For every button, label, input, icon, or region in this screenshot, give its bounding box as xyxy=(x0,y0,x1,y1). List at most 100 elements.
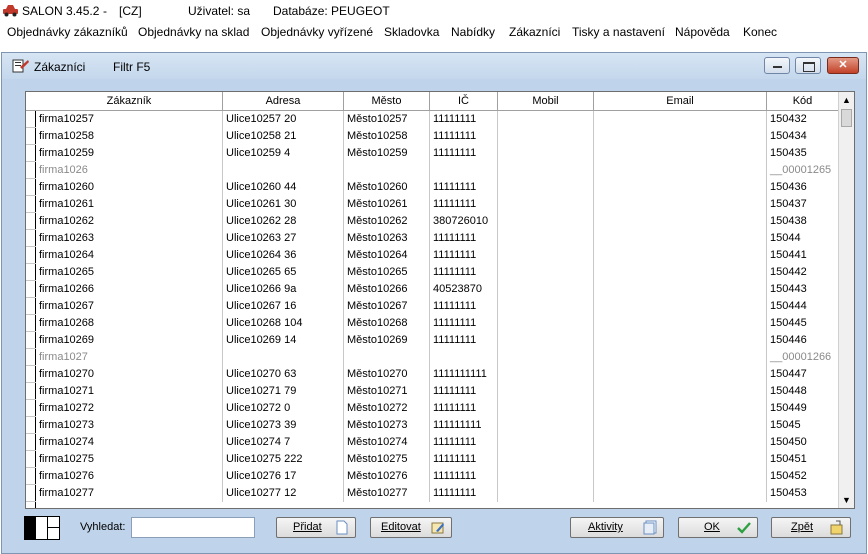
cell-zakaznik[interactable]: firma10264 xyxy=(36,247,223,264)
row-indicator[interactable] xyxy=(26,400,36,417)
col-header-mesto[interactable]: Město xyxy=(344,92,430,110)
scroll-down-icon[interactable]: ▼ xyxy=(839,492,854,508)
cell-kod[interactable]: 150436 xyxy=(767,179,838,196)
cell-kod[interactable]: 150445 xyxy=(767,315,838,332)
cell-kod[interactable]: 150449 xyxy=(767,400,838,417)
table-row[interactable]: firma10263 Ulice10263 27 Město10263 1111111… xyxy=(26,230,838,247)
cell-mesto[interactable]: Město10275 xyxy=(344,451,430,468)
cell-email[interactable] xyxy=(594,468,767,485)
menu-tisky-a-nastaveni[interactable]: Tisky a nastavení xyxy=(572,25,665,39)
cell-kod[interactable]: 150450 xyxy=(767,434,838,451)
row-indicator[interactable] xyxy=(26,264,36,281)
row-indicator[interactable] xyxy=(26,349,36,366)
cell-mobil[interactable] xyxy=(498,451,594,468)
cell-mobil[interactable] xyxy=(498,196,594,213)
cell-mesto[interactable]: Město10273 xyxy=(344,417,430,434)
cell-zakaznik[interactable]: firma10273 xyxy=(36,417,223,434)
cell-mesto[interactable]: Město10263 xyxy=(344,230,430,247)
cell-kod[interactable]: __00001266 xyxy=(767,349,838,366)
cell-adresa[interactable]: Ulice10267 16 xyxy=(223,298,344,315)
cell-kod[interactable]: 150451 xyxy=(767,451,838,468)
table-row[interactable]: firma1026 __00001265 xyxy=(26,162,838,179)
cell-mesto[interactable]: Město10277 xyxy=(344,485,430,502)
cell-email[interactable] xyxy=(594,451,767,468)
cell-mobil[interactable] xyxy=(498,230,594,247)
row-indicator[interactable] xyxy=(26,468,36,485)
cell-adresa[interactable]: Ulice10263 27 xyxy=(223,230,344,247)
cell-email[interactable] xyxy=(594,128,767,145)
cell-kod[interactable]: 15045 xyxy=(767,417,838,434)
cell-ic[interactable]: 11111111 xyxy=(430,451,498,468)
cell-adresa[interactable]: Ulice10271 79 xyxy=(223,383,344,400)
cell-kod[interactable]: 150441 xyxy=(767,247,838,264)
table-row[interactable]: firma10264 Ulice10264 36 Město10264 1111111… xyxy=(26,247,838,264)
cell-email[interactable] xyxy=(594,383,767,400)
cell-ic[interactable]: 11111111 xyxy=(430,145,498,162)
row-indicator[interactable] xyxy=(26,281,36,298)
cell-mesto[interactable] xyxy=(344,162,430,179)
table-row[interactable]: firma10272 Ulice10272 0 Město10272 11111111… xyxy=(26,400,838,417)
cell-email[interactable] xyxy=(594,434,767,451)
cell-ic[interactable]: 1111111111 xyxy=(430,366,498,383)
cell-ic[interactable]: 11111111 xyxy=(430,468,498,485)
cell-kod[interactable]: 150453 xyxy=(767,485,838,502)
cell-mobil[interactable] xyxy=(498,349,594,366)
cell-adresa[interactable]: Ulice10273 39 xyxy=(223,417,344,434)
cell-kod[interactable]: 150434 xyxy=(767,128,838,145)
cell-mobil[interactable] xyxy=(498,111,594,128)
table-row[interactable]: firma10262 Ulice10262 28 Město10262 3807260… xyxy=(26,213,838,230)
cell-ic[interactable]: 11111111 xyxy=(430,247,498,264)
cell-adresa[interactable]: Ulice10258 21 xyxy=(223,128,344,145)
cell-mesto[interactable]: Město10269 xyxy=(344,332,430,349)
cell-adresa[interactable]: Ulice10272 0 xyxy=(223,400,344,417)
cell-zakaznik[interactable]: firma10262 xyxy=(36,213,223,230)
row-indicator[interactable] xyxy=(26,485,36,502)
cell-email[interactable] xyxy=(594,417,767,434)
table-row[interactable]: firma10265 Ulice10265 65 Město10265 1111111… xyxy=(26,264,838,281)
cell-adresa[interactable]: Ulice10277 12 xyxy=(223,485,344,502)
cell-mobil[interactable] xyxy=(498,298,594,315)
table-row[interactable]: firma10261 Ulice10261 30 Město10261 1111111… xyxy=(26,196,838,213)
cell-kod[interactable]: 150437 xyxy=(767,196,838,213)
menu-objednavky-na-sklad[interactable]: Objednávky na sklad xyxy=(138,25,249,39)
table-row[interactable]: firma10269 Ulice10269 14 Město10269 1111111… xyxy=(26,332,838,349)
cell-adresa[interactable]: Ulice10266 9a xyxy=(223,281,344,298)
cell-zakaznik[interactable]: firma1026 xyxy=(36,162,223,179)
col-header-email[interactable]: Email xyxy=(594,92,767,110)
cell-zakaznik[interactable]: firma10272 xyxy=(36,400,223,417)
cell-adresa[interactable]: Ulice10262 28 xyxy=(223,213,344,230)
cell-kod[interactable]: 150435 xyxy=(767,145,838,162)
row-indicator[interactable] xyxy=(26,417,36,434)
col-header-ic[interactable]: IČ xyxy=(430,92,498,110)
table-row[interactable]: firma10267 Ulice10267 16 Město10267 1111111… xyxy=(26,298,838,315)
cell-email[interactable] xyxy=(594,298,767,315)
cell-mobil[interactable] xyxy=(498,128,594,145)
cell-adresa[interactable]: Ulice10261 30 xyxy=(223,196,344,213)
table-row[interactable]: firma10260 Ulice10260 44 Město10260 1111111… xyxy=(26,179,838,196)
cell-kod[interactable]: 150446 xyxy=(767,332,838,349)
table-row[interactable]: firma1027 __00001266 xyxy=(26,349,838,366)
cell-ic[interactable]: 11111111 xyxy=(430,230,498,247)
scroll-up-icon[interactable]: ▲ xyxy=(839,92,854,108)
cell-mobil[interactable] xyxy=(498,315,594,332)
cell-email[interactable] xyxy=(594,162,767,179)
col-header-kod[interactable]: Kód xyxy=(767,92,838,110)
cell-ic[interactable]: 40523870 xyxy=(430,281,498,298)
vertical-scrollbar[interactable]: ▲ ▼ xyxy=(838,92,854,508)
cell-mobil[interactable] xyxy=(498,485,594,502)
layout-toggle-icon[interactable] xyxy=(24,516,60,540)
cell-email[interactable] xyxy=(594,213,767,230)
maximize-button[interactable] xyxy=(795,57,821,74)
cell-zakaznik[interactable]: firma10268 xyxy=(36,315,223,332)
cell-ic[interactable]: 11111111 xyxy=(430,264,498,281)
cell-email[interactable] xyxy=(594,247,767,264)
row-indicator[interactable] xyxy=(26,111,36,128)
cell-email[interactable] xyxy=(594,281,767,298)
table-row[interactable]: firma10276 Ulice10276 17 Město10276 1111111… xyxy=(26,468,838,485)
cell-ic[interactable] xyxy=(430,162,498,179)
cell-email[interactable] xyxy=(594,264,767,281)
cell-ic[interactable]: 11111111 xyxy=(430,315,498,332)
cell-ic[interactable]: 11111111 xyxy=(430,400,498,417)
table-row[interactable]: firma10266 Ulice10266 9a Město10266 4052387… xyxy=(26,281,838,298)
cell-adresa[interactable]: Ulice10276 17 xyxy=(223,468,344,485)
